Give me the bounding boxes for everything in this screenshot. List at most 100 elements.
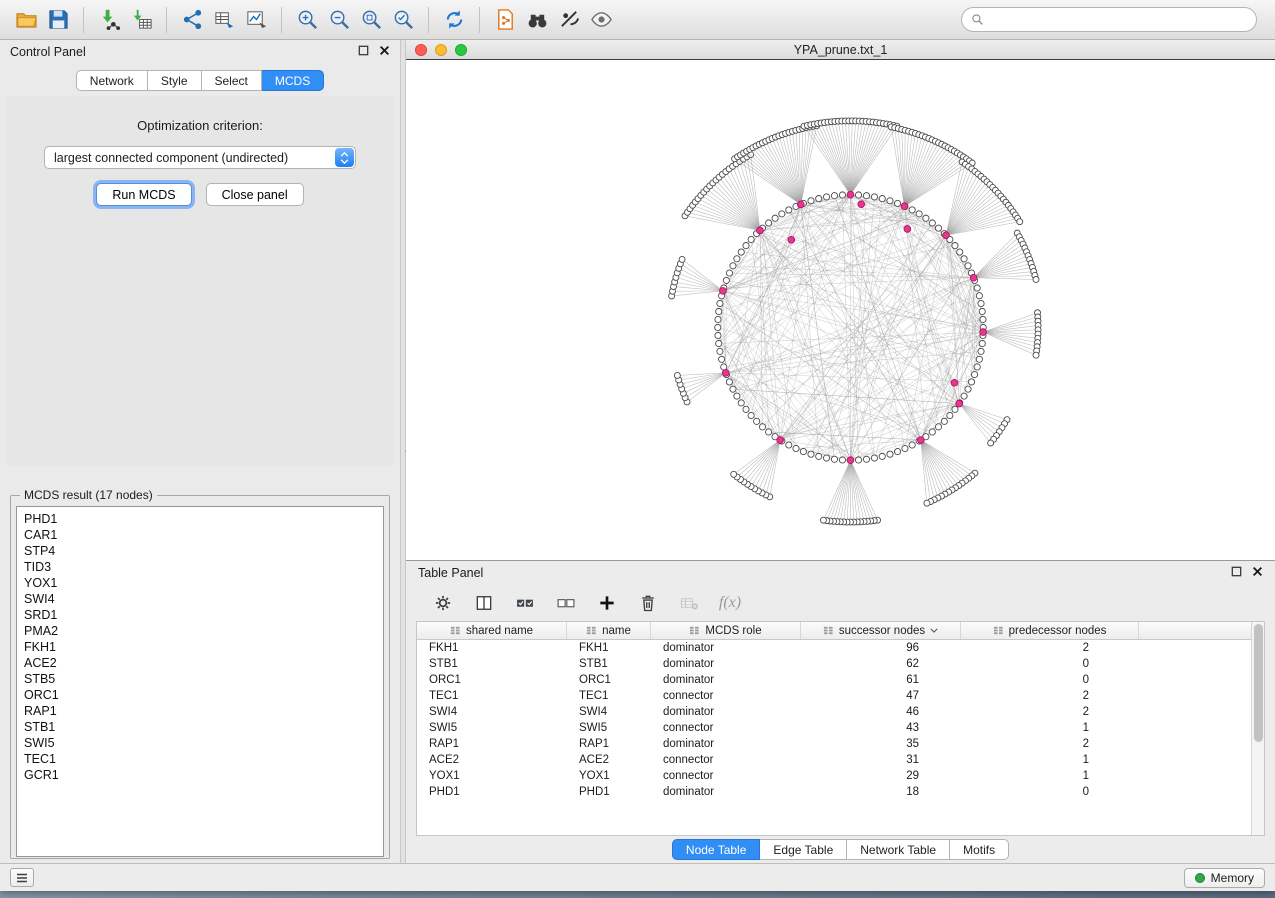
table-cell: dominator [651, 706, 801, 718]
save-icon[interactable] [42, 5, 74, 35]
show-columns-icon[interactable] [471, 590, 497, 616]
memory-label: Memory [1211, 871, 1254, 885]
desktop: Control Panel Network Style Select MCDS … [0, 0, 1275, 898]
table-row[interactable]: STB1STB1dominator620 [417, 656, 1264, 672]
network-graph[interactable] [406, 60, 1275, 560]
tab-mcds[interactable]: MCDS [262, 70, 324, 91]
mcds-result-item[interactable]: STP4 [24, 543, 383, 559]
search-icon [971, 13, 984, 26]
import-network-icon[interactable] [93, 5, 125, 35]
mcds-result-item[interactable]: FKH1 [24, 639, 383, 655]
mcds-result-item[interactable]: TID3 [24, 559, 383, 575]
share-document-icon[interactable] [489, 5, 521, 35]
mcds-result-item[interactable]: ORC1 [24, 687, 383, 703]
table-cell: 0 [961, 674, 1139, 686]
table-cell: 2 [961, 706, 1139, 718]
right-column: YPA_prune.txt_1 Table Panel [406, 40, 1275, 863]
table-row[interactable]: SWI4SWI4dominator462 [417, 704, 1264, 720]
mcds-result-item[interactable]: SRD1 [24, 607, 383, 623]
zoom-out-icon[interactable] [323, 5, 355, 35]
node-table[interactable]: shared name name MCDS role successo [416, 621, 1265, 836]
close-panel-button[interactable]: Close panel [206, 183, 304, 206]
style-toggle-icon[interactable] [553, 5, 585, 35]
open-file-icon[interactable] [10, 5, 42, 35]
add-column-icon[interactable] [594, 590, 620, 616]
mcds-result-item[interactable]: ACE2 [24, 655, 383, 671]
export-image-icon[interactable] [240, 5, 272, 35]
search-input[interactable] [990, 13, 1247, 27]
network-from-table-icon[interactable] [208, 5, 240, 35]
zoom-fit-icon[interactable] [355, 5, 387, 35]
import-table-icon[interactable] [125, 5, 157, 35]
mcds-result-item[interactable]: CAR1 [24, 527, 383, 543]
close-table-panel-icon[interactable] [1252, 566, 1263, 580]
deselect-all-rows-icon[interactable] [553, 590, 579, 616]
table-cell: ORC1 [567, 674, 651, 686]
run-mcds-button[interactable]: Run MCDS [96, 183, 191, 206]
table-panel-header: Table Panel [406, 561, 1275, 585]
column-header-predecessor-nodes[interactable]: predecessor nodes [961, 622, 1139, 639]
table-cell: PHD1 [567, 786, 651, 798]
zoom-selected-icon[interactable] [387, 5, 419, 35]
table-row[interactable]: RAP1RAP1dominator352 [417, 736, 1264, 752]
mcds-result-item[interactable]: GCR1 [24, 767, 383, 783]
memory-status-icon [1195, 873, 1205, 883]
table-scrollbar[interactable] [1251, 622, 1264, 835]
tab-edge-table[interactable]: Edge Table [760, 839, 847, 860]
table-settings-gear-icon[interactable] [430, 590, 456, 616]
mcds-result-item[interactable]: SWI4 [24, 591, 383, 607]
refresh-icon[interactable] [438, 5, 470, 35]
table-row[interactable]: ORC1ORC1dominator610 [417, 672, 1264, 688]
table-row[interactable]: ACE2ACE2connector311 [417, 752, 1264, 768]
column-type-icon [993, 625, 1004, 636]
zoom-in-icon[interactable] [291, 5, 323, 35]
table-row[interactable]: PHD1PHD1dominator180 [417, 784, 1264, 800]
table-cell: STB1 [567, 658, 651, 670]
tab-network[interactable]: Network [76, 70, 148, 91]
toolbar-search[interactable] [961, 7, 1257, 32]
column-header-successor-nodes[interactable]: successor nodes [801, 622, 961, 639]
table-cell: STB1 [417, 658, 567, 670]
tab-node-table[interactable]: Node Table [672, 839, 761, 860]
table-cell: YOX1 [567, 770, 651, 782]
scrollbar-thumb[interactable] [1254, 624, 1263, 742]
table-row[interactable]: FKH1FKH1dominator962 [417, 640, 1264, 656]
find-binoculars-icon[interactable] [521, 5, 553, 35]
tab-select[interactable]: Select [202, 70, 262, 91]
mcds-result-item[interactable]: STB5 [24, 671, 383, 687]
table-cell: 1 [961, 754, 1139, 766]
table-cell: 43 [801, 722, 961, 734]
table-row[interactable]: TEC1TEC1connector472 [417, 688, 1264, 704]
column-header-name[interactable]: name [567, 622, 651, 639]
tab-network-table[interactable]: Network Table [847, 839, 950, 860]
mcds-result-item[interactable]: RAP1 [24, 703, 383, 719]
float-table-panel-icon[interactable] [1231, 566, 1242, 580]
network-canvas[interactable] [406, 59, 1275, 560]
mcds-result-item[interactable]: SWI5 [24, 735, 383, 751]
mcds-result-list[interactable]: PHD1CAR1STP4TID3YOX1SWI4SRD1PMA2FKH1ACE2… [16, 506, 384, 857]
column-header-mcds-role[interactable]: MCDS role [651, 622, 801, 639]
select-all-rows-icon[interactable] [512, 590, 538, 616]
tab-style[interactable]: Style [148, 70, 202, 91]
new-network-icon[interactable] [176, 5, 208, 35]
mcds-result-item[interactable]: TEC1 [24, 751, 383, 767]
table-row[interactable]: SWI5SWI5connector431 [417, 720, 1264, 736]
table-row[interactable]: YOX1YOX1connector291 [417, 768, 1264, 784]
optimization-criterion-select[interactable]: largest connected component (undirected) [44, 146, 356, 169]
float-panel-icon[interactable] [358, 45, 369, 59]
close-panel-icon[interactable] [379, 45, 390, 59]
memory-button[interactable]: Memory [1184, 868, 1265, 888]
tab-motifs[interactable]: Motifs [950, 839, 1009, 860]
mcds-result-item[interactable]: PHD1 [24, 511, 383, 527]
mcds-result-item[interactable]: PMA2 [24, 623, 383, 639]
table-cell: RAP1 [417, 738, 567, 750]
delete-column-icon[interactable] [635, 590, 661, 616]
table-cell: 18 [801, 786, 961, 798]
show-hide-eye-icon[interactable] [585, 5, 617, 35]
mcds-result-item[interactable]: STB1 [24, 719, 383, 735]
table-cell: 2 [961, 642, 1139, 654]
status-menu-button[interactable] [10, 868, 34, 887]
column-header-shared-name[interactable]: shared name [417, 622, 567, 639]
mcds-result-item[interactable]: YOX1 [24, 575, 383, 591]
sort-descending-icon [930, 628, 938, 633]
